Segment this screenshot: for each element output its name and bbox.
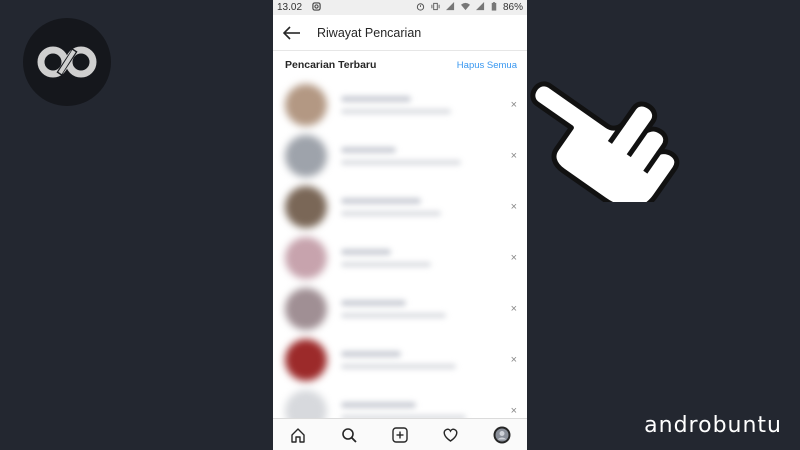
search-history-list: × × × × × × ×	[273, 79, 527, 436]
blurred-username	[341, 146, 396, 153]
blurred-account-text	[341, 350, 527, 369]
home-icon[interactable]	[288, 425, 308, 445]
history-row[interactable]: ×	[273, 79, 527, 130]
avatar	[285, 287, 327, 330]
add-post-icon[interactable]	[390, 425, 410, 445]
signal-icon-2	[475, 1, 485, 14]
blurred-account-text	[341, 299, 527, 318]
blurred-account-text	[341, 197, 527, 216]
history-row[interactable]: ×	[273, 130, 527, 181]
instagram-notification-icon	[312, 1, 321, 14]
androbuntu-logo-icon	[23, 18, 111, 106]
heart-icon[interactable]	[441, 425, 461, 445]
search-icon[interactable]	[339, 425, 359, 445]
blurred-username	[341, 197, 421, 204]
remove-item-button[interactable]: ×	[511, 354, 517, 366]
vibrate-icon	[431, 2, 440, 14]
remove-item-button[interactable]: ×	[511, 303, 517, 315]
remove-item-button[interactable]: ×	[511, 252, 517, 264]
history-row[interactable]: ×	[273, 181, 527, 232]
app-bar: Riwayat Pencarian	[273, 15, 527, 51]
avatar	[285, 83, 327, 126]
blurred-fullname	[341, 261, 431, 267]
phone-screen: 13.02 86% Riwayat Pencarian Pencarian Te…	[273, 0, 527, 450]
blurred-account-text	[341, 146, 527, 165]
wifi-icon	[460, 2, 470, 14]
avatar	[285, 338, 327, 381]
recent-searches-header: Pencarian Terbaru Hapus Semua	[273, 51, 527, 79]
history-row[interactable]: ×	[273, 232, 527, 283]
battery-icon	[491, 1, 497, 14]
blurred-username	[341, 401, 416, 408]
brand-watermark: androbuntu	[644, 413, 782, 438]
blurred-fullname	[341, 159, 461, 165]
arrow-left-icon[interactable]	[281, 23, 303, 43]
blurred-fullname	[341, 108, 451, 114]
history-row[interactable]: ×	[273, 283, 527, 334]
blurred-account-text	[341, 95, 527, 114]
profile-avatar[interactable]	[492, 425, 512, 445]
signal-icon	[445, 1, 455, 14]
avatar	[285, 236, 327, 279]
status-bar: 13.02 86%	[273, 0, 527, 15]
blurred-username	[341, 248, 391, 255]
pointing-hand-icon	[505, 52, 695, 212]
blurred-username	[341, 299, 406, 306]
alarm-icon	[416, 2, 425, 14]
bottom-nav	[273, 418, 527, 450]
section-heading: Pencarian Terbaru	[285, 59, 377, 71]
blurred-username	[341, 95, 411, 102]
blurred-account-text	[341, 401, 527, 420]
status-time: 13.02	[277, 2, 303, 13]
blurred-fullname	[341, 210, 441, 216]
page-title: Riwayat Pencarian	[317, 25, 422, 40]
remove-item-button[interactable]: ×	[511, 405, 517, 417]
history-row[interactable]: ×	[273, 334, 527, 385]
blurred-account-text	[341, 248, 527, 267]
battery-level: 86%	[502, 2, 523, 13]
avatar	[285, 134, 327, 177]
blurred-fullname	[341, 363, 456, 369]
avatar	[285, 185, 327, 228]
blurred-fullname	[341, 312, 446, 318]
blurred-username	[341, 350, 401, 357]
